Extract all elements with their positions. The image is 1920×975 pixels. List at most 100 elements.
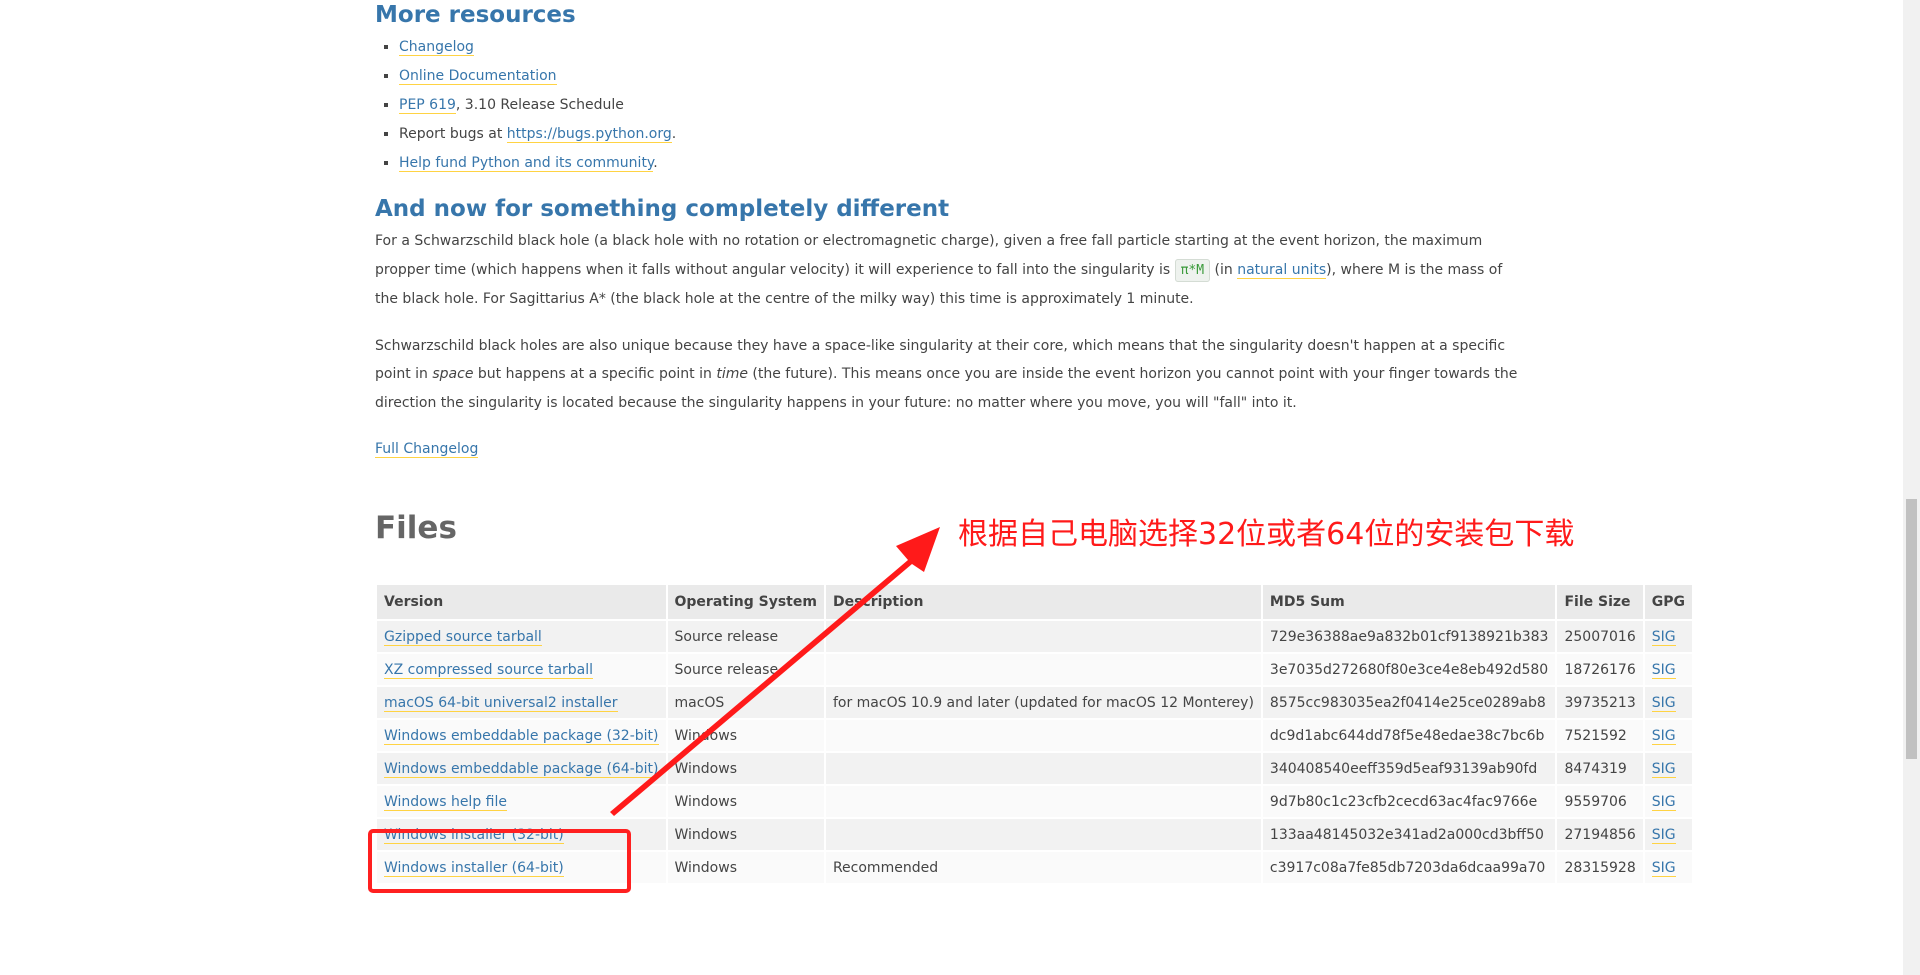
table-row: XZ compressed source tarball Source relea… xyxy=(377,654,1692,685)
link-cell: SIG xyxy=(1644,687,1692,718)
file-size-cell: 9559706 xyxy=(1557,786,1643,817)
gpg-sig-link[interactable]: SIG xyxy=(1651,859,1676,877)
full-changelog-link[interactable]: Full Changelog xyxy=(375,441,479,458)
page: More resources Changelog Online Document… xyxy=(0,0,1920,975)
description-cell xyxy=(825,753,1261,784)
scrollbar-thumb[interactable] xyxy=(1906,499,1917,759)
table-row: macOS 64-bit universal2 installer macOS fo… xyxy=(377,687,1692,718)
link-cell: macOS 64-bit universal2 installer xyxy=(377,687,666,718)
link-cell: Windows embeddable package (32-bit) xyxy=(377,720,666,751)
description-cell: for macOS 10.9 and later (updated for ma… xyxy=(825,687,1261,718)
md5-cell: 133aa48145032e341ad2a000cd3bff50 xyxy=(1262,819,1556,850)
column-header: Description xyxy=(825,585,1261,619)
column-header: File Size xyxy=(1557,585,1643,619)
pi-m-formula: π*M xyxy=(1174,258,1211,282)
table-row: Windows embeddable package (64-bit) Windo… xyxy=(377,753,1692,784)
gpg-sig-link[interactable]: SIG xyxy=(1651,661,1676,679)
annotation-text: 根据自己电脑选择32位或者64位的安装包下载 xyxy=(958,517,1575,552)
file-version-link[interactable]: macOS 64-bit universal2 installer xyxy=(384,694,618,712)
link-cell: SIG xyxy=(1644,786,1692,817)
description-cell xyxy=(825,786,1261,817)
column-header: Operating System xyxy=(667,585,824,619)
table-header-row: Version Operating System Description MD5… xyxy=(377,585,1692,619)
description-cell: Recommended xyxy=(825,852,1261,883)
black-hole-paragraph-2: Schwarzschild black holes are also uniqu… xyxy=(375,337,1518,411)
list-item: Online Documentation xyxy=(399,62,1530,91)
link-cell: Windows help file xyxy=(377,786,666,817)
main-content: More resources Changelog Online Document… xyxy=(375,0,1530,548)
os-cell: Windows xyxy=(667,819,824,850)
gpg-sig-link[interactable]: SIG xyxy=(1651,628,1676,646)
link-cell: SIG xyxy=(1644,720,1692,751)
md5-cell: 8575cc983035ea2f0414e25ce0289ab8 xyxy=(1262,687,1556,718)
black-hole-paragraph-1: For a Schwarzschild black hole (a black … xyxy=(375,233,1503,307)
pep-619-link[interactable]: PEP 619 xyxy=(399,97,456,114)
gpg-sig-link[interactable]: SIG xyxy=(1651,694,1676,712)
list-item: Help fund Python and its community. xyxy=(399,149,1530,178)
file-size-cell: 18726176 xyxy=(1557,654,1643,685)
gpg-sig-link[interactable]: SIG xyxy=(1651,793,1676,811)
file-size-cell: 39735213 xyxy=(1557,687,1643,718)
link-cell: SIG xyxy=(1644,819,1692,850)
link-cell: SIG xyxy=(1644,654,1692,685)
link-cell: Gzipped source tarball xyxy=(377,621,666,652)
natural-units-link[interactable]: natural units xyxy=(1237,261,1327,279)
os-cell: Windows xyxy=(667,720,824,751)
report-bugs-text: Report bugs at xyxy=(399,126,507,142)
column-header: GPG xyxy=(1644,585,1692,619)
table-row: Windows embeddable package (32-bit) Windo… xyxy=(377,720,1692,751)
description-cell xyxy=(825,720,1261,751)
installer-highlight-box xyxy=(368,829,631,893)
list-item: Changelog xyxy=(399,33,1530,62)
file-size-cell: 28315928 xyxy=(1557,852,1643,883)
online-documentation-link[interactable]: Online Documentation xyxy=(399,68,557,85)
md5-cell: 340408540eeff359d5eaf93139ab90fd xyxy=(1262,753,1556,784)
md5-cell: 3e7035d272680f80e3ce4e8eb492d580 xyxy=(1262,654,1556,685)
gpg-sig-link[interactable]: SIG xyxy=(1651,826,1676,844)
description-cell xyxy=(825,819,1261,850)
md5-cell: 9d7b80c1c23cfb2cecd63ac4fac9766e xyxy=(1262,786,1556,817)
file-version-link[interactable]: Windows help file xyxy=(384,793,507,811)
file-size-cell: 27194856 xyxy=(1557,819,1643,850)
page-scrollbar[interactable] xyxy=(1903,0,1920,975)
list-item: PEP 619, 3.10 Release Schedule xyxy=(399,91,1530,120)
md5-cell: 729e36388ae9a832b01cf9138921b383 xyxy=(1262,621,1556,652)
column-header: MD5 Sum xyxy=(1262,585,1556,619)
table-row: Windows help file Windows 9d7b80c1c23cfb2c… xyxy=(377,786,1692,817)
gpg-sig-link[interactable]: SIG xyxy=(1651,727,1676,745)
bugs-python-link[interactable]: https://bugs.python.org xyxy=(506,126,672,143)
file-size-cell: 25007016 xyxy=(1557,621,1643,652)
resources-list: Changelog Online Documentation PEP 619, … xyxy=(375,33,1530,178)
file-size-cell: 8474319 xyxy=(1557,753,1643,784)
list-item: Report bugs at https://bugs.python.org. xyxy=(399,120,1530,149)
os-cell: Source release xyxy=(667,621,824,652)
os-cell: Windows xyxy=(667,852,824,883)
link-cell: SIG xyxy=(1644,753,1692,784)
file-version-link[interactable]: Windows embeddable package (32-bit) xyxy=(384,727,659,745)
release-schedule-text: , 3.10 Release Schedule xyxy=(455,97,624,113)
column-header: Version xyxy=(377,585,666,619)
file-version-link[interactable]: Windows embeddable package (64-bit) xyxy=(384,760,659,778)
different-heading: And now for something completely differe… xyxy=(375,196,950,222)
link-cell: XZ compressed source tarball xyxy=(377,654,666,685)
file-version-link[interactable]: XZ compressed source tarball xyxy=(384,661,594,679)
changelog-link[interactable]: Changelog xyxy=(399,39,474,56)
description-cell xyxy=(825,621,1261,652)
description-cell xyxy=(825,654,1261,685)
os-cell: Source release xyxy=(667,654,824,685)
md5-cell: dc9d1abc644dd78f5e48edae38c7bc6b xyxy=(1262,720,1556,751)
table-row: Gzipped source tarball Source release 729e… xyxy=(377,621,1692,652)
help-fund-link[interactable]: Help fund Python and its community xyxy=(399,155,654,172)
os-cell: Windows xyxy=(667,753,824,784)
gpg-sig-link[interactable]: SIG xyxy=(1651,760,1676,778)
link-cell: SIG xyxy=(1644,852,1692,883)
full-changelog-paragraph: Full Changelog xyxy=(375,435,1525,464)
os-cell: Windows xyxy=(667,786,824,817)
file-size-cell: 7521592 xyxy=(1557,720,1643,751)
file-version-link[interactable]: Gzipped source tarball xyxy=(384,628,542,646)
link-cell: Windows embeddable package (64-bit) xyxy=(377,753,666,784)
os-cell: macOS xyxy=(667,687,824,718)
md5-cell: c3917c08a7fe85db7203da6dcaa99a70 xyxy=(1262,852,1556,883)
link-cell: SIG xyxy=(1644,621,1692,652)
more-resources-heading: More resources xyxy=(375,2,576,28)
